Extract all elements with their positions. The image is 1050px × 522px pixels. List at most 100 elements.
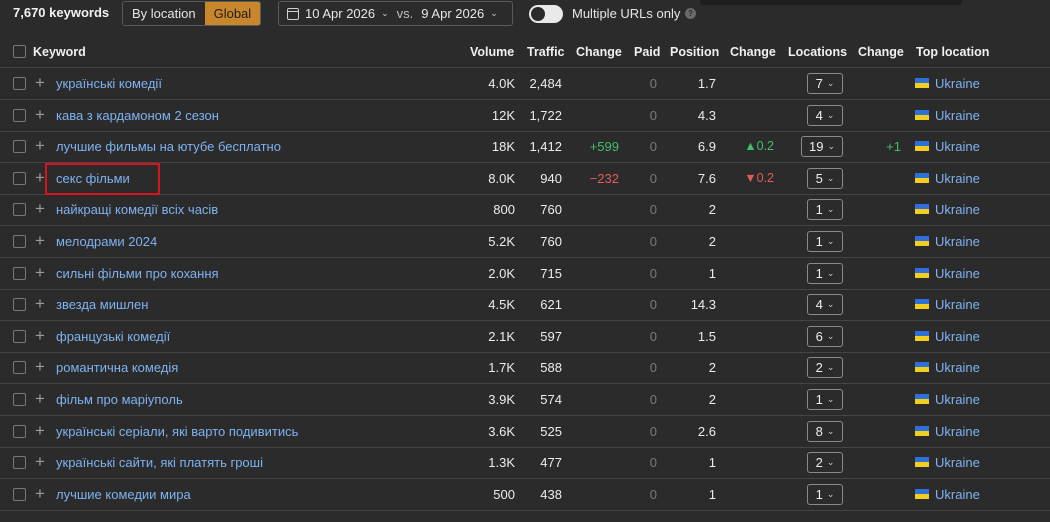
row-checkbox[interactable]: [13, 361, 26, 374]
keyword-link[interactable]: французькі комедії: [56, 329, 170, 344]
keyword-link[interactable]: українські комедії: [56, 76, 162, 91]
help-icon[interactable]: ?: [685, 8, 696, 19]
locations-dropdown[interactable]: 1 ⌄: [807, 199, 843, 220]
row-checkbox[interactable]: [13, 330, 26, 343]
add-icon[interactable]: +: [35, 484, 45, 504]
row-checkbox[interactable]: [13, 298, 26, 311]
row-checkbox[interactable]: [13, 456, 26, 469]
traffic-value: 1,412: [529, 139, 562, 154]
chevron-down-icon: ⌄: [826, 268, 835, 278]
row-checkbox[interactable]: [13, 235, 26, 248]
add-icon[interactable]: +: [35, 105, 45, 125]
ukraine-flag-icon: [915, 268, 929, 278]
locations-dropdown[interactable]: 1 ⌄: [807, 389, 843, 410]
add-icon[interactable]: +: [35, 389, 45, 409]
multiple-urls-toggle[interactable]: [529, 5, 563, 23]
locations-dropdown[interactable]: 2 ⌄: [807, 357, 843, 378]
header-paid[interactable]: Paid: [634, 45, 660, 59]
locations-dropdown[interactable]: 6 ⌄: [807, 326, 843, 347]
paid-value: 0: [649, 202, 657, 217]
top-location-link[interactable]: Ukraine: [935, 171, 980, 186]
add-icon[interactable]: +: [35, 357, 45, 377]
locations-dropdown[interactable]: 1 ⌄: [807, 484, 843, 505]
header-traffic-change[interactable]: Change: [576, 45, 622, 59]
locations-dropdown[interactable]: 4 ⌄: [807, 105, 843, 126]
keyword-link[interactable]: українські сайти, які платять гроші: [56, 455, 263, 470]
date-from: 10 Apr 2026: [305, 6, 376, 21]
keyword-link[interactable]: лучшие фильмы на ютубе бесплатно: [56, 139, 281, 154]
keyword-link[interactable]: фільм про маріуполь: [56, 392, 183, 407]
header-position[interactable]: Position: [670, 45, 719, 59]
top-location-link[interactable]: Ukraine: [935, 360, 980, 375]
chevron-down-icon: ⌄: [381, 8, 389, 18]
locations-dropdown[interactable]: 8 ⌄: [807, 421, 843, 442]
top-location-link[interactable]: Ukraine: [935, 202, 980, 217]
add-icon[interactable]: +: [35, 263, 45, 283]
volume-value: 18K: [491, 139, 515, 154]
header-locations-change[interactable]: Change: [858, 45, 904, 59]
locations-dropdown[interactable]: 5 ⌄: [807, 168, 843, 189]
add-icon[interactable]: +: [35, 136, 45, 156]
header-traffic[interactable]: Traffic: [527, 45, 565, 59]
top-location-link[interactable]: Ukraine: [935, 297, 980, 312]
paid-value: 0: [649, 76, 657, 91]
keyword-link[interactable]: звезда мишлен: [56, 297, 148, 312]
traffic-value: 597: [540, 329, 562, 344]
keyword-link[interactable]: кава з кардамоном 2 сезон: [56, 108, 219, 123]
top-location-link[interactable]: Ukraine: [935, 487, 980, 502]
row-checkbox[interactable]: [13, 172, 26, 185]
row-checkbox[interactable]: [13, 267, 26, 280]
locations-dropdown[interactable]: 1 ⌄: [807, 231, 843, 252]
locations-dropdown[interactable]: 1 ⌄: [807, 263, 843, 284]
top-location-link[interactable]: Ukraine: [935, 392, 980, 407]
keyword-link[interactable]: мелодрами 2024: [56, 234, 157, 249]
row-checkbox[interactable]: [13, 488, 26, 501]
add-icon[interactable]: +: [35, 421, 45, 441]
row-checkbox[interactable]: [13, 393, 26, 406]
add-icon[interactable]: +: [35, 294, 45, 314]
top-location-link[interactable]: Ukraine: [935, 329, 980, 344]
add-icon[interactable]: +: [35, 199, 45, 219]
top-location-link[interactable]: Ukraine: [935, 424, 980, 439]
row-checkbox[interactable]: [13, 425, 26, 438]
keyword-link[interactable]: сильні фільми про кохання: [56, 266, 219, 281]
locations-dropdown[interactable]: 2 ⌄: [807, 452, 843, 473]
locations-dropdown[interactable]: 19 ⌄: [801, 136, 843, 157]
header-locations[interactable]: Locations: [788, 45, 847, 59]
top-location-link[interactable]: Ukraine: [935, 76, 980, 91]
top-location-link[interactable]: Ukraine: [935, 108, 980, 123]
add-icon[interactable]: +: [35, 168, 45, 188]
highlight-box: [45, 163, 160, 195]
row-checkbox[interactable]: [13, 140, 26, 153]
header-volume[interactable]: Volume: [470, 45, 514, 59]
global-option[interactable]: Global: [204, 2, 261, 25]
add-icon[interactable]: +: [35, 326, 45, 346]
locations-dropdown[interactable]: 7 ⌄: [807, 73, 843, 94]
top-location-link[interactable]: Ukraine: [935, 266, 980, 281]
row-checkbox[interactable]: [13, 109, 26, 122]
row-checkbox[interactable]: [13, 203, 26, 216]
keyword-link[interactable]: українські серіали, які варто подивитись: [56, 424, 298, 439]
add-icon[interactable]: +: [35, 73, 45, 93]
add-icon[interactable]: +: [35, 452, 45, 472]
header-top-location[interactable]: Top location: [916, 45, 989, 59]
select-all-checkbox[interactable]: [13, 45, 26, 58]
position-value: 1: [708, 487, 716, 502]
locations-count: 1: [815, 234, 823, 249]
chevron-down-icon: ⌄: [826, 204, 835, 214]
date-compare-picker[interactable]: 10 Apr 2026 ⌄ vs. 9 Apr 2026 ⌄: [278, 1, 513, 26]
add-icon[interactable]: +: [35, 231, 45, 251]
top-location-link[interactable]: Ukraine: [935, 455, 980, 470]
keyword-link[interactable]: лучшие комедии мира: [56, 487, 191, 502]
header-keyword[interactable]: Keyword: [33, 45, 86, 59]
keyword-link[interactable]: найкращі комедії всіх часів: [56, 202, 218, 217]
by-location-option[interactable]: By location: [123, 2, 205, 25]
chevron-down-icon: ⌄: [826, 236, 835, 246]
top-location-link[interactable]: Ukraine: [935, 234, 980, 249]
row-checkbox[interactable]: [13, 77, 26, 90]
locations-count: 4: [815, 108, 823, 123]
keyword-link[interactable]: романтична комедія: [56, 360, 178, 375]
header-position-change[interactable]: Change: [730, 45, 776, 59]
locations-dropdown[interactable]: 4 ⌄: [807, 294, 843, 315]
top-location-link[interactable]: Ukraine: [935, 139, 980, 154]
